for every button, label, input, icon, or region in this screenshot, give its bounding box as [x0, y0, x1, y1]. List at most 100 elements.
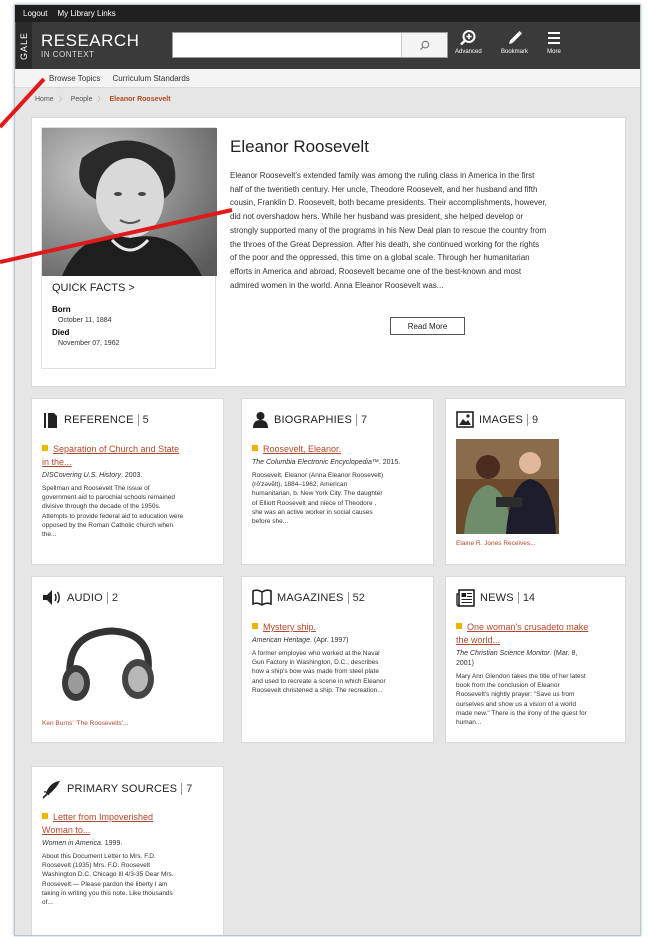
bio-line: the throes of the Great Depression. Afte… [230, 239, 540, 249]
magazines-label: MAGAZINES [277, 591, 344, 604]
reference-card: REFERENCE 5 Separation of Church and Sta… [31, 398, 224, 565]
search-button[interactable] [401, 33, 447, 57]
breadcrumb: Home 〉 People 〉 Eleanor Roosevelt [15, 88, 640, 110]
reference-label: REFERENCE [64, 414, 134, 426]
magazines-card: MAGAZINES 52 Mystery ship. American Heri… [241, 576, 434, 743]
news-card: NEWS 14 One woman's crusadeto make the wo… [445, 576, 626, 743]
breadcrumb-home[interactable]: Home [35, 96, 54, 103]
bullet-icon [42, 813, 48, 819]
more-label: More [547, 49, 561, 55]
bullet-icon [456, 623, 462, 629]
magazines-header[interactable]: MAGAZINES 52 [252, 589, 365, 606]
image-icon [456, 411, 474, 428]
magazines-snippet: A former employee who worked at the Nava… [252, 650, 386, 694]
gale-logo[interactable]: GALE [15, 22, 32, 69]
audio-count: 2 [106, 591, 118, 604]
browser-frame: Logout My Library Links GALE RESEARCH IN… [14, 4, 641, 936]
advanced-label: Advanced [455, 49, 482, 55]
quill-icon [42, 781, 60, 799]
topic-bio: Eleanor Roosevelt's extended family was … [230, 169, 610, 292]
sub-navigation: Browse Topics Curriculum Standards [15, 69, 640, 88]
reference-article: Separation of Church and State in the... … [42, 443, 215, 539]
reference-header[interactable]: REFERENCE 5 [42, 411, 149, 429]
audio-thumbnail[interactable] [52, 619, 162, 711]
biographies-article-link[interactable]: Roosevelt, Eleanor. [252, 443, 425, 456]
menu-icon [548, 32, 560, 44]
search-input[interactable] [173, 33, 401, 57]
images-count: 9 [527, 413, 538, 426]
reference-count: 5 [137, 414, 149, 426]
advanced-search-icon [460, 30, 476, 46]
magazines-source: American Heritage. (Apr. 1997) [252, 637, 349, 644]
images-card: IMAGES 9 Elaine R. Jones Receives... [445, 398, 626, 565]
brand-subtitle: IN CONTEXT [41, 50, 95, 59]
reference-article-link[interactable]: Separation of Church and State in the... [42, 443, 215, 469]
breadcrumb-chevron-icon: 〉 [58, 96, 66, 103]
primary-sources-article-link[interactable]: Letter from Impoverished Woman to... [42, 811, 215, 837]
logout-link[interactable]: Logout [23, 9, 47, 18]
top-bar: Logout My Library Links [15, 5, 640, 22]
breadcrumb-current: Eleanor Roosevelt [109, 95, 171, 103]
primary-sources-snippet: About this Document Letter to Mrs. F.D. R… [42, 853, 174, 907]
library-links-link[interactable]: My Library Links [57, 9, 115, 18]
speaker-icon [43, 590, 60, 605]
open-book-icon [252, 589, 272, 606]
magazines-article-link[interactable]: Mystery ship. [252, 621, 425, 634]
primary-sources-card: PRIMARY SOURCES 7 Letter from Impoverish… [31, 766, 224, 935]
topic-title: Eleanor Roosevelt [230, 137, 369, 156]
bio-line: did not overshadow hers. While her husba… [230, 212, 524, 222]
biographies-source: The Columbia Electronic Encyclopedia™. 2… [252, 459, 401, 466]
bullet-icon [252, 623, 258, 629]
quick-facts-link[interactable]: QUICK FACTS > [52, 282, 135, 294]
image-thumbnail[interactable] [456, 439, 559, 534]
news-header[interactable]: NEWS 14 [456, 589, 535, 607]
search-icon [419, 40, 430, 50]
breadcrumb-people[interactable]: People [71, 96, 93, 103]
bio-line: Eleanor Roosevelt's extended family was … [230, 171, 535, 180]
brand-title: RESEARCH [41, 31, 140, 50]
biographies-snippet: Roosevelt, Eleanor (Anna Eleanor Rooseve… [252, 472, 384, 526]
bio-line: strongly supported many of the programs … [230, 225, 547, 235]
bookmark-label: Bookmark [501, 49, 529, 55]
news-label: NEWS [480, 592, 514, 604]
bio-line: half of the twentieth century. Her uncle… [230, 184, 538, 194]
read-more-button[interactable]: Read More [390, 317, 465, 335]
news-snippet: Mary Ann Glendon takes the title of her … [456, 673, 587, 727]
biographies-card: BIOGRAPHIES 7 Roosevelt, Eleanor. The Co… [241, 398, 434, 565]
primary-sources-header[interactable]: PRIMARY SOURCES 7 [42, 779, 192, 799]
images-header[interactable]: IMAGES 9 [456, 411, 538, 428]
breadcrumb-chevron-icon: 〉 [97, 96, 105, 103]
audio-label: AUDIO [67, 591, 103, 604]
audio-header[interactable]: AUDIO 2 [42, 589, 118, 606]
bullet-icon [42, 445, 48, 451]
biographies-header[interactable]: BIOGRAPHIES 7 [252, 411, 367, 429]
bookmark-button[interactable]: Bookmark [501, 29, 528, 55]
audio-caption[interactable]: Ken Burns' 'The Roosevelts'... [42, 720, 128, 727]
quick-facts-card: QUICK FACTS > Born October 11, 1884 Died… [41, 127, 217, 369]
bio-line: efforts in America and abroad, Roosevelt… [230, 266, 522, 276]
news-article-link[interactable]: One woman's crusadeto make the world... [456, 621, 619, 647]
more-button[interactable]: More [545, 29, 563, 55]
reference-snippet: Spellman and Roosevelt The issue of gover… [42, 485, 184, 539]
audio-card: AUDIO 2 Ken Burns' 'The Roosevelts'... [31, 576, 224, 743]
bio-line: of the poor and the oppressed, this time… [230, 253, 530, 263]
news-count: 14 [517, 592, 535, 604]
born-value: October 11, 1884 [58, 317, 112, 324]
primary-sources-source: Women in America. 1999. [42, 840, 123, 847]
primary-sources-count: 7 [181, 783, 192, 795]
advanced-search-button[interactable]: Advanced [455, 29, 482, 55]
bio-line: cousin, Franklin D. Roosevelt, both beca… [230, 198, 547, 208]
bookmark-icon [508, 30, 522, 44]
reference-source: DISCovering U.S. History. 2003. [42, 472, 143, 479]
magazines-count: 52 [347, 591, 365, 604]
person-icon [253, 412, 268, 428]
magazines-article: Mystery ship. American Heritage. (Apr. 1… [252, 621, 425, 695]
browse-topics-link[interactable]: Browse Topics [49, 74, 100, 83]
headphones-icon [62, 627, 154, 701]
image-caption[interactable]: Elaine R. Jones Receives... [456, 540, 535, 547]
curriculum-standards-link[interactable]: Curriculum Standards [112, 74, 189, 83]
topic-overview-panel: QUICK FACTS > Born October 11, 1884 Died… [31, 117, 626, 387]
biographies-count: 7 [356, 414, 367, 426]
news-source: The Christian Science Monitor. (Mar. 8, 2… [456, 650, 578, 667]
brand-logo[interactable]: RESEARCH IN CONTEXT [41, 31, 140, 60]
